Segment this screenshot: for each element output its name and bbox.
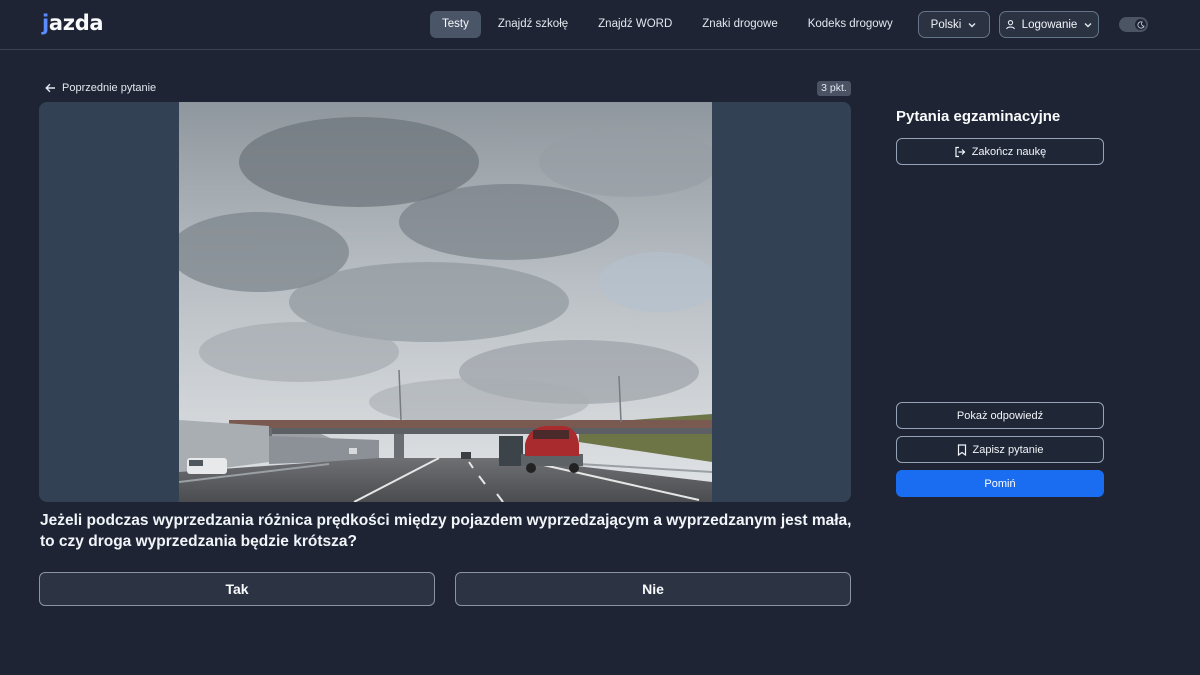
- bookmark-icon: [957, 443, 966, 456]
- user-icon: [1005, 20, 1015, 30]
- answer-no-button[interactable]: Nie: [455, 572, 851, 606]
- save-question-label: Zapisz pytanie: [972, 443, 1044, 456]
- save-question-button[interactable]: Zapisz pytanie: [896, 436, 1104, 463]
- chevron-down-icon: [968, 22, 976, 27]
- login-label: Logowanie: [1021, 18, 1078, 31]
- nav-item-szkola[interactable]: Znajdź szkołę: [486, 11, 580, 38]
- language-select[interactable]: Polski: [918, 11, 990, 38]
- previous-question-label: Poprzednie pytanie: [62, 82, 157, 94]
- skip-button[interactable]: Pomiń: [896, 470, 1104, 497]
- previous-question-link[interactable]: Poprzednie pytanie: [45, 82, 156, 94]
- points-badge: 3 pkt.: [817, 81, 851, 96]
- nav-item-testy[interactable]: Testy: [430, 11, 481, 38]
- finish-learning-button[interactable]: Zakończ naukę: [896, 138, 1104, 165]
- show-answer-label: Pokaż odpowiedź: [956, 409, 1044, 422]
- finish-learning-label: Zakończ naukę: [971, 145, 1047, 158]
- nav-item-word[interactable]: Znajdź WORD: [586, 11, 684, 38]
- main-nav: Testy Znajdź szkołę Znajdź WORD Znaki dr…: [430, 11, 956, 38]
- login-button[interactable]: Logowanie: [999, 11, 1099, 38]
- exit-icon: [955, 146, 966, 157]
- logo-mark: j: [42, 11, 49, 35]
- theme-toggle[interactable]: [1119, 17, 1148, 32]
- language-label: Polski: [930, 18, 962, 31]
- logo-rest: azda: [48, 11, 104, 35]
- show-answer-button[interactable]: Pokaż odpowiedź: [896, 402, 1104, 429]
- skip-label: Pomiń: [984, 477, 1016, 490]
- question-media: [39, 102, 851, 502]
- road-photo: [179, 102, 712, 502]
- arrow-left-icon: [45, 83, 55, 93]
- question-text: Jeżeli podczas wyprzedzania różnica pręd…: [40, 512, 852, 550]
- top-header: jazda Testy Znajdź szkołę Znajdź WORD Zn…: [0, 0, 1200, 50]
- sidebar-title: Pytania egzaminacyjne: [896, 108, 1061, 125]
- moon-icon: [1135, 19, 1146, 30]
- logo[interactable]: jazda: [42, 11, 104, 35]
- nav-item-znaki[interactable]: Znaki drogowe: [690, 11, 789, 38]
- answer-yes-button[interactable]: Tak: [39, 572, 435, 606]
- nav-item-kodeks[interactable]: Kodeks drogowy: [796, 11, 905, 38]
- chevron-down-icon: [1084, 22, 1092, 27]
